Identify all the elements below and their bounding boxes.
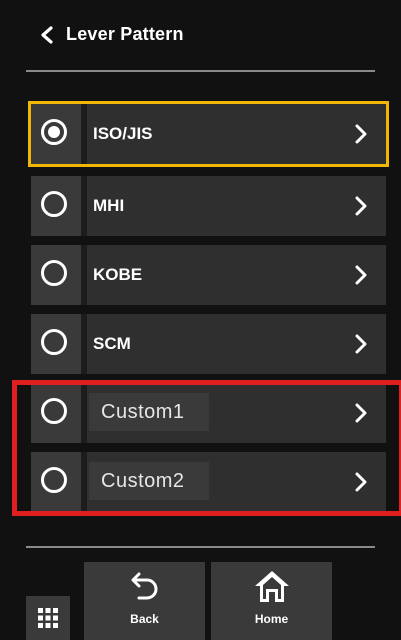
footer-divider xyxy=(26,546,375,548)
chevron-right-icon xyxy=(355,334,367,354)
radio-icon[interactable] xyxy=(41,191,67,217)
home-button[interactable]: Home xyxy=(211,562,332,640)
radio-cell xyxy=(31,245,81,305)
radio-icon[interactable] xyxy=(41,119,67,145)
option-label: Custom1 xyxy=(89,393,209,431)
back-arrow-icon xyxy=(131,572,157,600)
row-separator xyxy=(81,104,87,164)
row-separator xyxy=(81,314,87,374)
chevron-right-icon xyxy=(355,403,367,423)
option-label: KOBE xyxy=(93,265,143,284)
header: Lever Pattern xyxy=(0,0,401,72)
option-mhi[interactable]: MHI xyxy=(31,176,386,236)
chevron-right-icon xyxy=(355,265,367,285)
grid-icon xyxy=(38,608,58,628)
row-separator xyxy=(81,245,87,305)
chevron-right-icon xyxy=(355,124,367,144)
radio-icon[interactable] xyxy=(41,467,67,493)
option-custom1[interactable]: Custom1 xyxy=(31,383,386,443)
radio-cell xyxy=(31,176,81,236)
radio-icon[interactable] xyxy=(41,398,67,424)
option-label: ISO/JIS xyxy=(93,124,153,143)
option-scm[interactable]: SCM xyxy=(31,314,386,374)
option-kobe[interactable]: KOBE xyxy=(31,245,386,305)
option-label: MHI xyxy=(93,196,125,215)
option-label: Custom2 xyxy=(89,462,209,500)
option-label: SCM xyxy=(93,334,131,353)
radio-icon[interactable] xyxy=(41,329,67,355)
row-separator xyxy=(81,452,87,512)
radio-icon[interactable] xyxy=(41,260,67,286)
radio-cell xyxy=(31,104,81,164)
home-label: Home xyxy=(254,612,289,626)
back-button[interactable]: Back xyxy=(84,562,205,640)
option-iso-jis[interactable]: ISO/JIS xyxy=(28,101,389,167)
page-title: Lever Pattern xyxy=(66,24,184,44)
radio-dot xyxy=(48,126,60,138)
header-divider xyxy=(26,70,375,72)
radio-cell xyxy=(31,314,81,374)
option-custom2[interactable]: Custom2 xyxy=(31,452,386,512)
chevron-right-icon xyxy=(355,196,367,216)
row-separator xyxy=(81,383,87,443)
chevron-left-icon[interactable] xyxy=(38,26,56,44)
menu-grid-button[interactable] xyxy=(26,596,70,640)
row-separator xyxy=(81,176,87,236)
chevron-right-icon xyxy=(355,472,367,492)
home-icon xyxy=(254,571,289,602)
radio-cell xyxy=(31,383,81,443)
radio-cell xyxy=(31,452,81,512)
back-label: Back xyxy=(130,612,159,626)
